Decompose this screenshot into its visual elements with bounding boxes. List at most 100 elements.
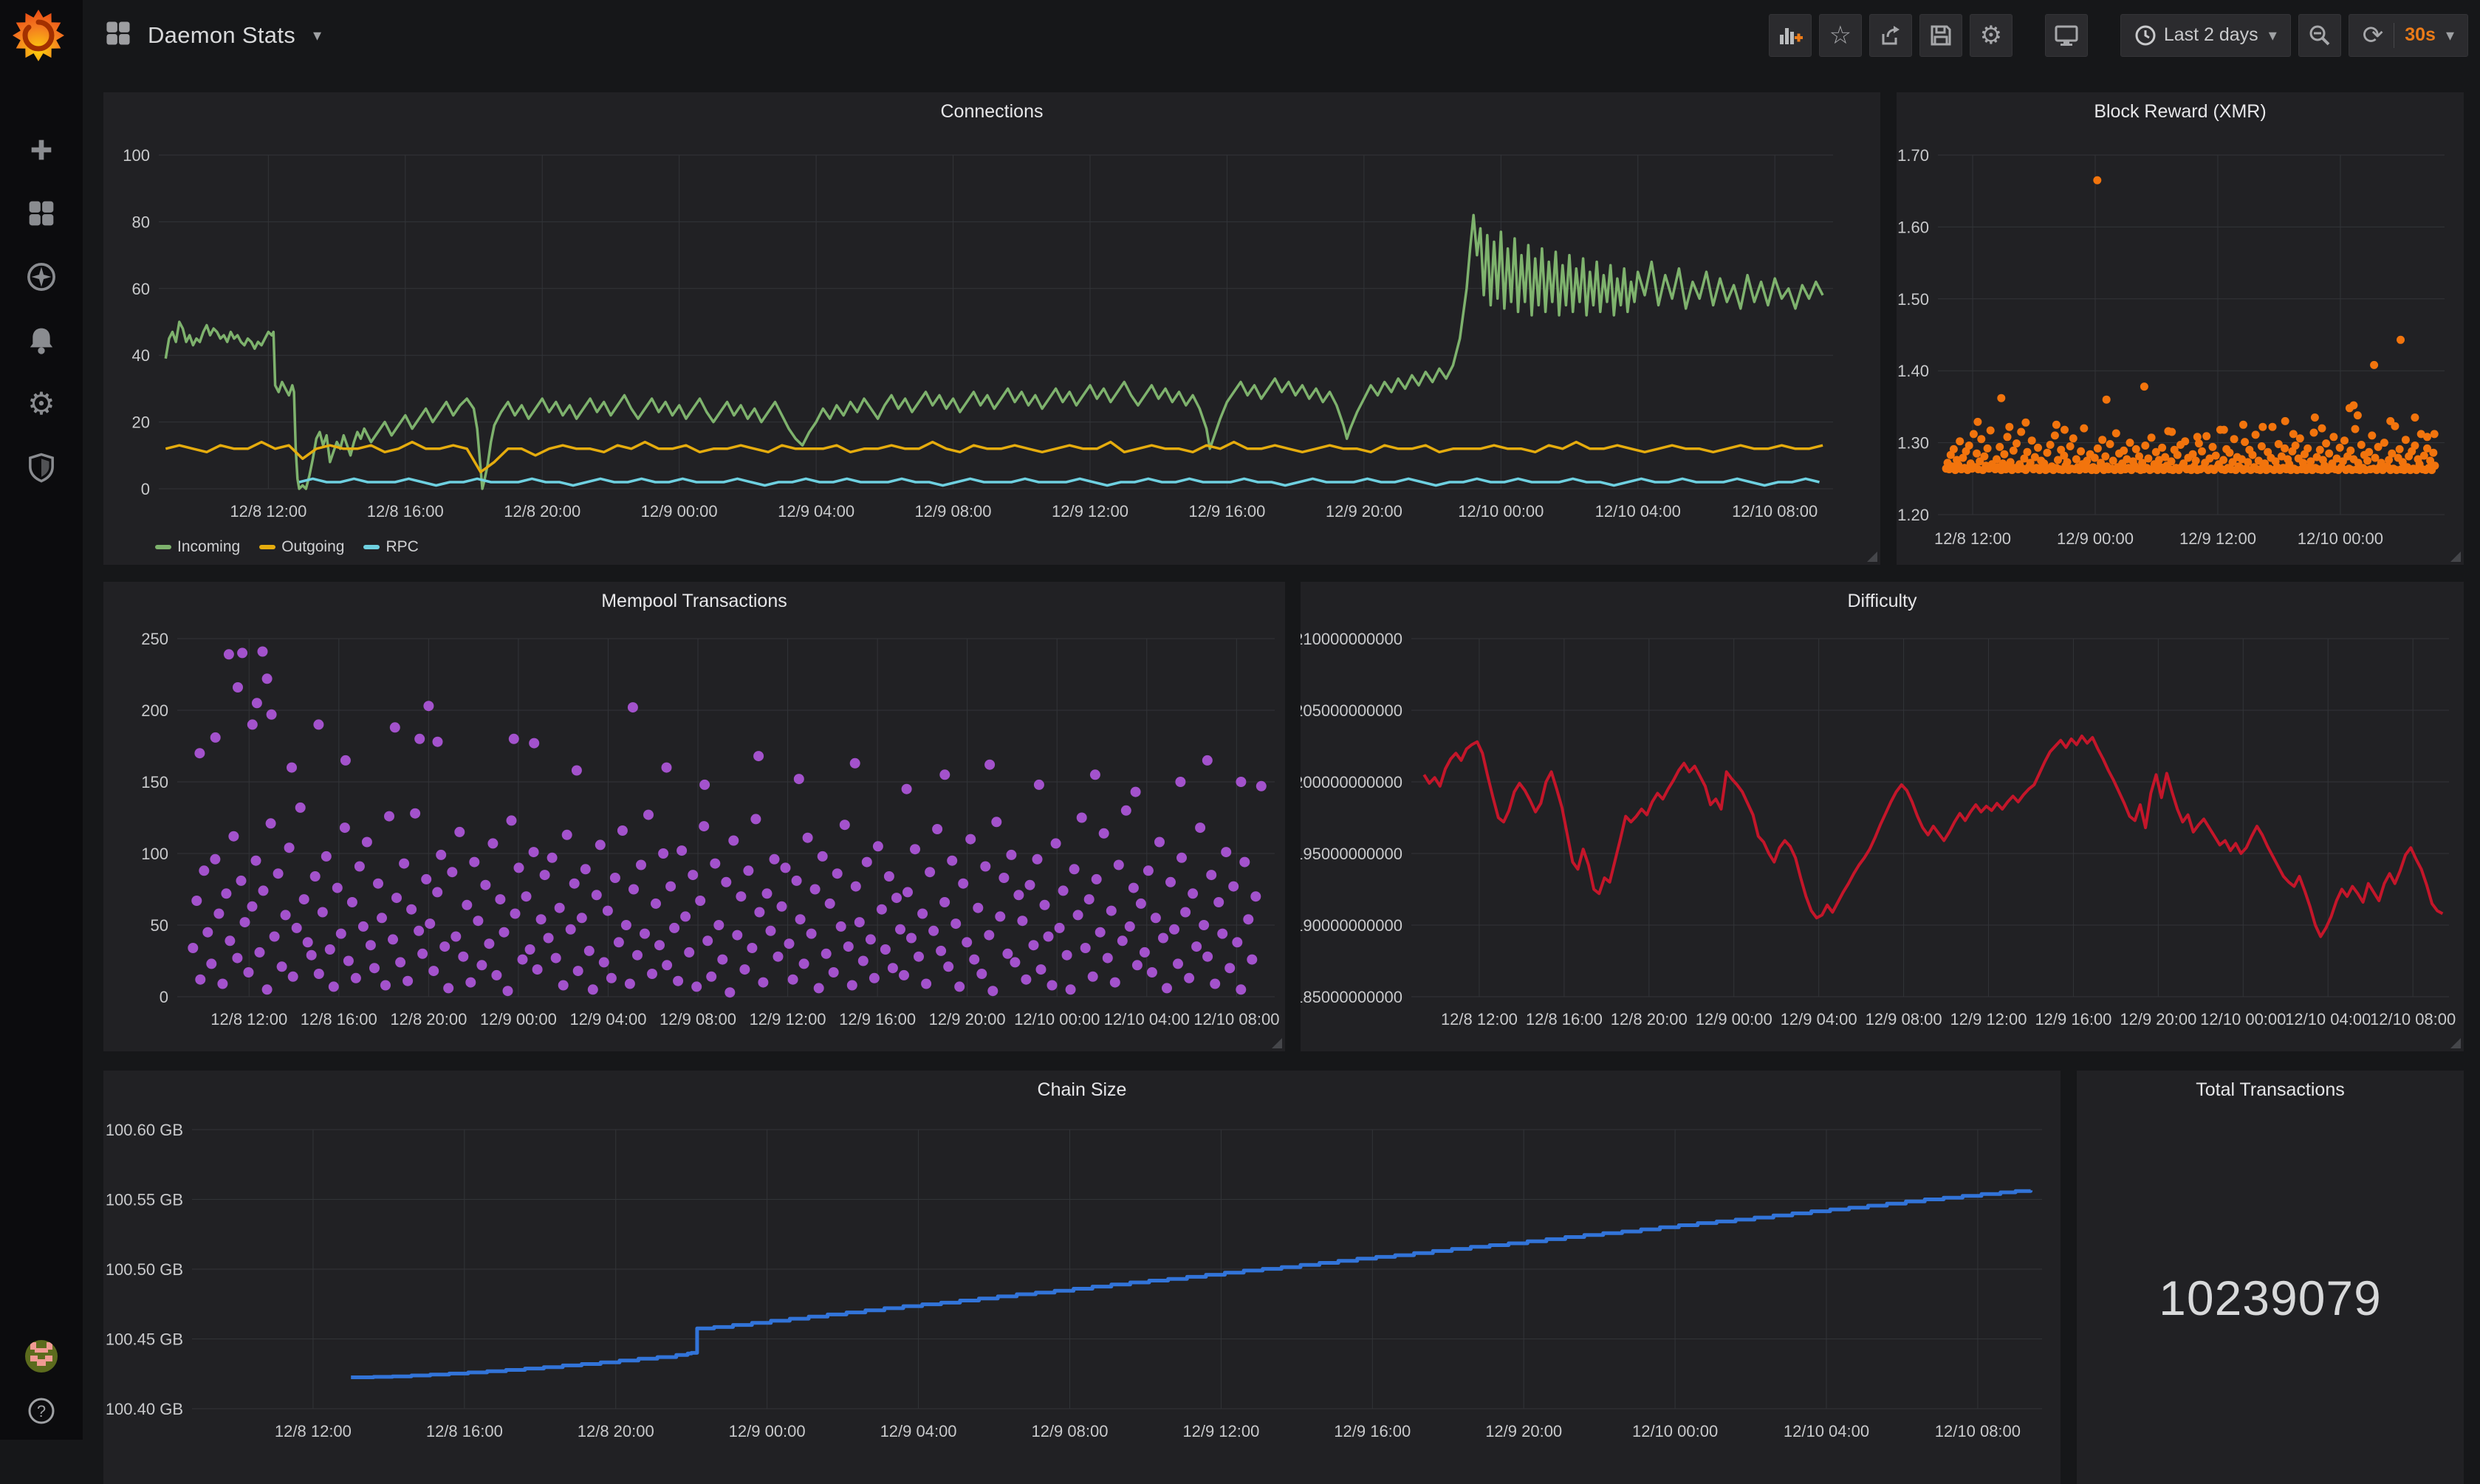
svg-text:12/9 16:00: 12/9 16:00 bbox=[1334, 1422, 1411, 1440]
svg-text:12/8 16:00: 12/8 16:00 bbox=[301, 1010, 377, 1028]
svg-text:12/9 20:00: 12/9 20:00 bbox=[1326, 502, 1402, 521]
difficulty-chart[interactable]: 1850000000001900000000001950000000002000… bbox=[1301, 582, 2464, 1051]
svg-text:12/9 20:00: 12/9 20:00 bbox=[1485, 1422, 1562, 1440]
svg-text:12/8 12:00: 12/8 12:00 bbox=[275, 1422, 352, 1440]
time-range-picker[interactable]: Last 2 days ▾ bbox=[2120, 14, 2291, 57]
svg-text:210000000000: 210000000000 bbox=[1301, 630, 1402, 648]
side-menu: ⚙ bbox=[0, 0, 83, 1440]
panel-total-transactions: Total Transactions 10239079 bbox=[2077, 1071, 2464, 1484]
svg-text:12/9 12:00: 12/9 12:00 bbox=[750, 1010, 826, 1028]
panel-resize-handle[interactable] bbox=[2450, 1038, 2461, 1048]
panel-connections: Connections 02040608010012/8 12:0012/8 1… bbox=[103, 92, 1880, 565]
svg-text:12/10 00:00: 12/10 00:00 bbox=[1014, 1010, 1100, 1028]
svg-text:190000000000: 190000000000 bbox=[1301, 916, 1402, 935]
mempool-chart[interactable]: 05010015020025012/8 12:0012/8 16:0012/8 … bbox=[103, 582, 1285, 1051]
dashboard-title[interactable]: Daemon Stats bbox=[148, 22, 295, 49]
dashboards-grid-icon bbox=[26, 198, 57, 229]
svg-text:12/8 12:00: 12/8 12:00 bbox=[210, 1010, 287, 1028]
sidebar-item-create[interactable] bbox=[24, 133, 58, 167]
svg-text:12/9 16:00: 12/9 16:00 bbox=[839, 1010, 916, 1028]
svg-text:12/9 08:00: 12/9 08:00 bbox=[660, 1010, 736, 1028]
star-icon: ☆ bbox=[1829, 23, 1852, 48]
panel-title[interactable]: Difficulty bbox=[1301, 591, 2464, 612]
dashboard-caret-icon[interactable]: ▾ bbox=[313, 26, 321, 45]
save-dashboard-button[interactable] bbox=[1919, 14, 1962, 57]
block-reward-chart[interactable]: 1.201.301.401.501.601.7012/8 12:0012/9 0… bbox=[1897, 92, 2464, 565]
connections-chart[interactable]: 02040608010012/8 12:0012/8 16:0012/8 20:… bbox=[103, 92, 1880, 565]
svg-text:0: 0 bbox=[141, 480, 150, 498]
chain-size-chart[interactable]: 100.40 GB100.45 GB100.50 GB100.55 GB100.… bbox=[103, 1071, 2061, 1484]
svg-text:12/10 04:00: 12/10 04:00 bbox=[2285, 1010, 2371, 1028]
svg-text:12/9 04:00: 12/9 04:00 bbox=[1781, 1010, 1857, 1028]
svg-text:12/9 12:00: 12/9 12:00 bbox=[1182, 1422, 1259, 1440]
svg-text:40: 40 bbox=[132, 346, 150, 365]
svg-text:12/10 00:00: 12/10 00:00 bbox=[1458, 502, 1544, 521]
legend: Incoming Outgoing RPC bbox=[155, 538, 419, 556]
svg-text:1.70: 1.70 bbox=[1897, 146, 1929, 165]
user-avatar[interactable] bbox=[24, 1339, 58, 1373]
svg-text:12/9 04:00: 12/9 04:00 bbox=[778, 502, 854, 521]
tv-mode-button[interactable] bbox=[2045, 14, 2088, 57]
sidebar-item-configuration[interactable]: ⚙ bbox=[24, 387, 58, 421]
svg-text:12/9 12:00: 12/9 12:00 bbox=[1052, 502, 1128, 521]
legend-item[interactable]: Outgoing bbox=[259, 538, 344, 556]
grafana-logo[interactable] bbox=[12, 7, 68, 63]
svg-text:50: 50 bbox=[151, 916, 168, 935]
sidebar-item-alerting[interactable] bbox=[24, 323, 58, 357]
svg-text:12/9 00:00: 12/9 00:00 bbox=[641, 502, 718, 521]
panel-difficulty: Difficulty 18500000000019000000000019500… bbox=[1301, 582, 2464, 1051]
legend-swatch bbox=[259, 545, 275, 549]
panel-title[interactable]: Total Transactions bbox=[2077, 1079, 2464, 1101]
zoom-out-button[interactable] bbox=[2298, 14, 2341, 57]
panel-title[interactable]: Mempool Transactions bbox=[103, 591, 1285, 612]
svg-text:12/10 08:00: 12/10 08:00 bbox=[1935, 1422, 2021, 1440]
add-panel-button[interactable] bbox=[1769, 14, 1812, 57]
panel-title[interactable]: Chain Size bbox=[103, 1079, 2061, 1101]
svg-text:12/8 20:00: 12/8 20:00 bbox=[390, 1010, 467, 1028]
share-dashboard-button[interactable] bbox=[1869, 14, 1912, 57]
refresh-icon: ⟳ bbox=[2363, 23, 2384, 48]
panel-resize-handle[interactable] bbox=[1272, 1038, 1282, 1048]
compass-icon bbox=[25, 261, 58, 293]
svg-text:200: 200 bbox=[141, 701, 168, 720]
svg-text:12/10 00:00: 12/10 00:00 bbox=[1632, 1422, 1718, 1440]
dashboard-grid-icon[interactable] bbox=[103, 18, 133, 52]
share-icon bbox=[1878, 23, 1903, 48]
panel-title[interactable]: Connections bbox=[103, 101, 1880, 123]
sidebar-item-dashboards[interactable] bbox=[24, 196, 58, 230]
panel-resize-handle[interactable] bbox=[1867, 552, 1877, 562]
svg-text:12/8 16:00: 12/8 16:00 bbox=[367, 502, 444, 521]
svg-text:12/10 04:00: 12/10 04:00 bbox=[1784, 1422, 1869, 1440]
svg-text:12/9 08:00: 12/9 08:00 bbox=[915, 502, 992, 521]
svg-text:12/9 12:00: 12/9 12:00 bbox=[2179, 529, 2256, 548]
svg-text:200000000000: 200000000000 bbox=[1301, 773, 1402, 791]
dashboard-settings-button[interactable]: ⚙ bbox=[1970, 14, 2013, 57]
star-dashboard-button[interactable]: ☆ bbox=[1819, 14, 1862, 57]
svg-text:12/9 00:00: 12/9 00:00 bbox=[729, 1422, 806, 1440]
svg-text:12/10 04:00: 12/10 04:00 bbox=[1104, 1010, 1190, 1028]
sidebar-item-server-admin[interactable] bbox=[24, 450, 58, 484]
svg-text:100: 100 bbox=[123, 146, 150, 165]
refresh-caret-icon: ▾ bbox=[2446, 26, 2454, 45]
svg-text:12/8 12:00: 12/8 12:00 bbox=[1934, 529, 2011, 548]
svg-text:12/9 20:00: 12/9 20:00 bbox=[929, 1010, 1006, 1028]
svg-text:12/9 16:00: 12/9 16:00 bbox=[2035, 1010, 2111, 1028]
legend-item[interactable]: Incoming bbox=[155, 538, 240, 556]
panel-title[interactable]: Block Reward (XMR) bbox=[1897, 101, 2464, 123]
legend-item[interactable]: RPC bbox=[363, 538, 418, 556]
svg-text:12/10 04:00: 12/10 04:00 bbox=[1595, 502, 1681, 521]
svg-text:60: 60 bbox=[132, 280, 150, 298]
sidebar-item-explore[interactable] bbox=[24, 260, 58, 294]
clock-icon bbox=[2134, 24, 2157, 47]
svg-text:100.45 GB: 100.45 GB bbox=[106, 1330, 183, 1349]
legend-label: Outgoing bbox=[281, 538, 344, 556]
svg-text:100.60 GB: 100.60 GB bbox=[106, 1121, 183, 1139]
panel-resize-handle[interactable] bbox=[2450, 552, 2461, 562]
refresh-picker[interactable]: ⟳ 30s ▾ bbox=[2349, 14, 2468, 57]
svg-text:12/9 12:00: 12/9 12:00 bbox=[1950, 1010, 2027, 1028]
svg-text:12/10 08:00: 12/10 08:00 bbox=[2370, 1010, 2456, 1028]
svg-text:1.20: 1.20 bbox=[1897, 506, 1929, 524]
svg-text:1.60: 1.60 bbox=[1897, 218, 1929, 236]
help-button[interactable]: ? bbox=[24, 1394, 58, 1428]
refresh-interval-label: 30s bbox=[2405, 24, 2436, 46]
